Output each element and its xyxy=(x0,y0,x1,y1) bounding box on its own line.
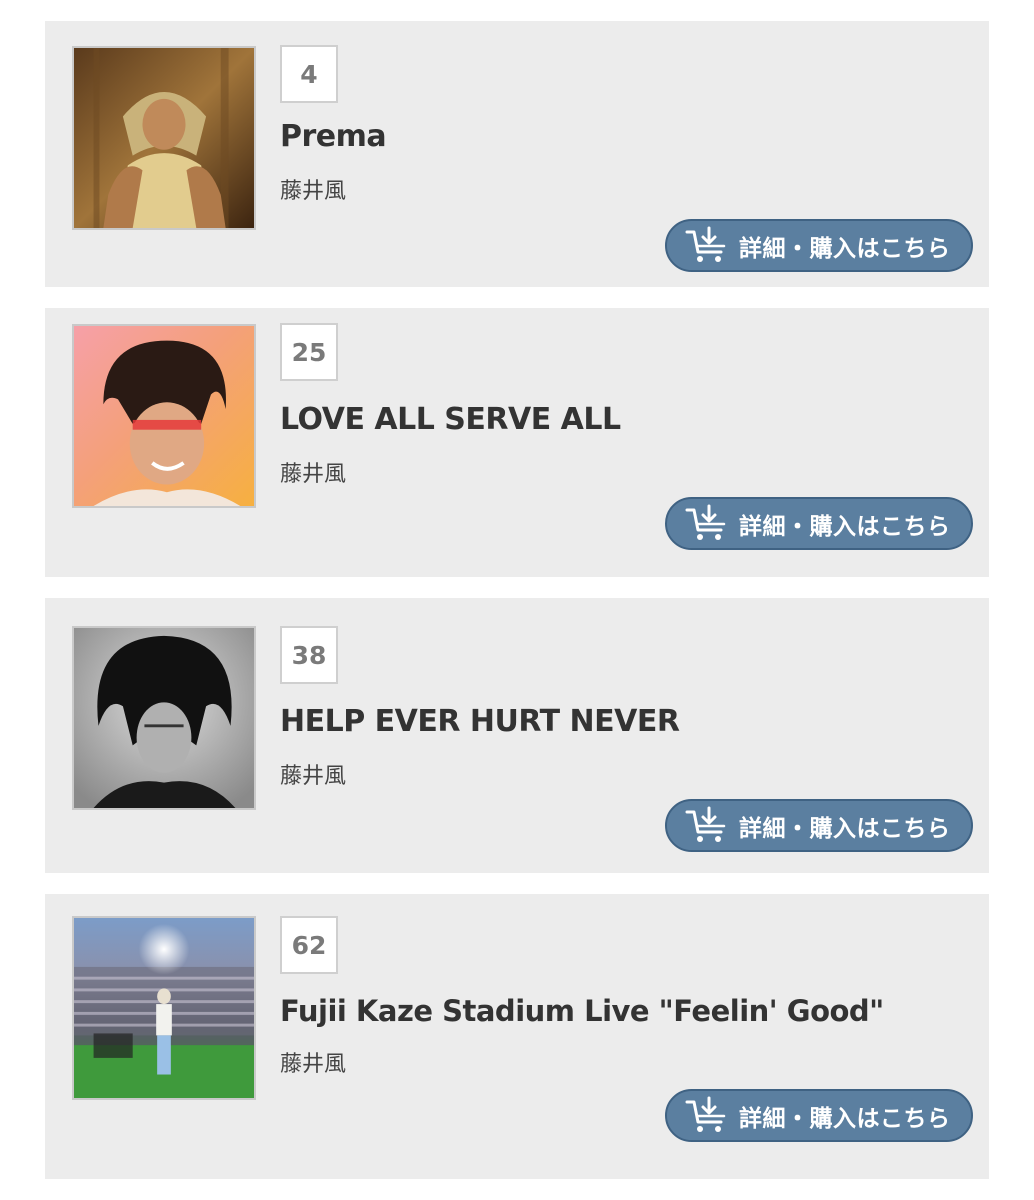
details-purchase-button[interactable]: 詳細・購入はこちら xyxy=(665,219,973,272)
button-label: 詳細・購入はこちら xyxy=(739,513,951,540)
album-cover-stadium-live[interactable] xyxy=(72,916,256,1100)
cart-download-icon xyxy=(685,806,726,842)
album-title[interactable]: Fujii Kaze Stadium Live "Feelin' Good" xyxy=(280,994,884,1028)
artist-name: 藤井風 xyxy=(280,764,347,789)
artist-name: 藤井風 xyxy=(280,179,347,204)
rank-number: 4 xyxy=(300,59,318,89)
details-purchase-button[interactable]: 詳細・購入はこちら xyxy=(665,497,973,550)
button-label: 詳細・購入はこちら xyxy=(739,1105,951,1132)
cart-download-icon xyxy=(685,504,726,540)
album-title[interactable]: LOVE ALL SERVE ALL xyxy=(280,402,621,437)
rank-number: 62 xyxy=(291,930,327,960)
rank-number: 25 xyxy=(291,337,327,367)
rank-number: 38 xyxy=(291,640,327,670)
album-title[interactable]: Prema xyxy=(280,119,387,154)
album-cover-love-all-serve-all[interactable] xyxy=(72,324,256,508)
rank-badge: 25 xyxy=(280,323,338,381)
album-title[interactable]: HELP EVER HURT NEVER xyxy=(280,704,680,739)
rank-badge: 38 xyxy=(280,626,338,684)
button-label: 詳細・購入はこちら xyxy=(739,235,951,262)
cart-download-icon xyxy=(685,1096,726,1132)
cart-download-icon xyxy=(685,226,726,262)
artist-name: 藤井風 xyxy=(280,462,347,487)
ranking-item: 38 HELP EVER HURT NEVER 藤井風 詳細・購入はこちら xyxy=(45,598,989,873)
rank-badge: 4 xyxy=(280,45,338,103)
ranking-item: 4 Prema 藤井風 詳細・購入はこちら xyxy=(45,21,989,287)
artist-name: 藤井風 xyxy=(280,1052,347,1077)
album-cover-prema[interactable] xyxy=(72,46,256,230)
details-purchase-button[interactable]: 詳細・購入はこちら xyxy=(665,799,973,852)
album-cover-help-ever-hurt-never[interactable] xyxy=(72,626,256,810)
ranking-item: 25 LOVE ALL SERVE ALL 藤井風 詳細・購入はこちら xyxy=(45,308,989,577)
ranking-item: 62 Fujii Kaze Stadium Live "Feelin' Good… xyxy=(45,894,989,1179)
rank-badge: 62 xyxy=(280,916,338,974)
details-purchase-button[interactable]: 詳細・購入はこちら xyxy=(665,1089,973,1142)
button-label: 詳細・購入はこちら xyxy=(739,815,951,842)
